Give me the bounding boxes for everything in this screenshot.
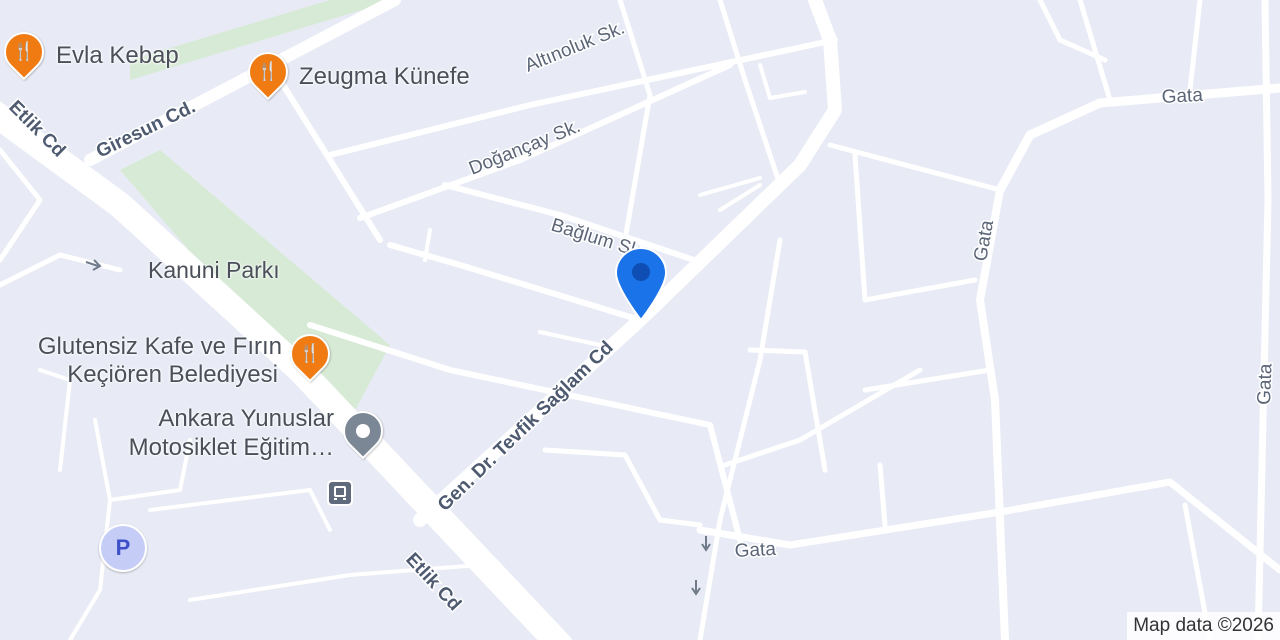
bus-stop-icon[interactable] (327, 480, 353, 506)
poi-label-glutensiz-line2[interactable]: Keçiören Belediyesi (4, 361, 278, 389)
gata-road-far-right (1254, 0, 1272, 640)
minor-roads (0, 0, 1213, 640)
poi-label-yunuslar-line1[interactable]: Ankara Yunuslar (40, 405, 334, 433)
fork-knife-glyph: 🍴 (12, 41, 36, 62)
street-label-giresun: Giresun Cd. (93, 96, 199, 162)
bus-body (334, 486, 346, 497)
parking-letter: P (115, 535, 131, 560)
location-pin-shape (614, 247, 668, 322)
poi-label-zeugma-kunefe[interactable]: Zeugma Künefe (299, 63, 470, 91)
street-label-gata-top: Gata (1161, 85, 1204, 108)
street-label-tevfik: Gen. Dr. Tevfik Sağlam Cd (434, 337, 618, 515)
street-label-altinoluk: Altınoluk Sk. (522, 18, 628, 77)
landmark-dot (356, 424, 370, 438)
street-label-gata-far-right: Gata (1254, 363, 1276, 405)
fork-knife-glyph: 🍴 (298, 343, 322, 364)
street-label-gata-bottom: Gata (734, 539, 777, 562)
poi-label-yunuslar-line2[interactable]: Motosiklet Eğitim… (40, 434, 334, 462)
place-label-kanuni-parki[interactable]: Kanuni Parkı (148, 257, 280, 284)
street-label-gata-vertical: Gata (970, 218, 998, 263)
poi-label-glutensiz-line1[interactable]: Glutensiz Kafe ve Fırın (4, 333, 282, 361)
fork-knife-glyph: 🍴 (256, 61, 280, 82)
oneway-arrow-icon (691, 580, 701, 596)
parking-icon[interactable]: P (99, 524, 147, 572)
location-pin-icon[interactable] (614, 246, 668, 327)
bus-wheels (334, 498, 346, 500)
street-label-doganay: Doğançay Sk. (466, 116, 584, 180)
oneway-arrow-icon (701, 536, 711, 552)
map-attribution: Map data ©2026 (1127, 612, 1280, 640)
gata-road-top (995, 83, 1280, 195)
street-label-etlik-bottom: Etlik Cd (401, 549, 465, 615)
poi-label-evla-kebap[interactable]: Evla Kebap (56, 42, 179, 70)
